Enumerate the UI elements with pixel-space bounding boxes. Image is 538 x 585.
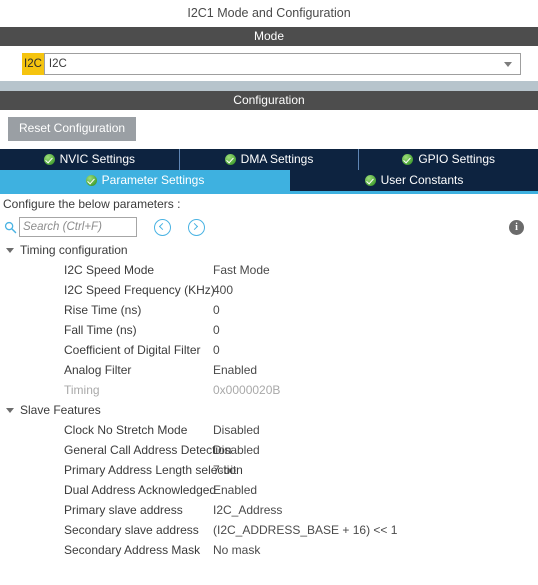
param-label: I2C Speed Mode (64, 263, 155, 277)
param-label: Primary Address Length selection (64, 463, 243, 477)
param-value: No mask (213, 543, 261, 557)
tab-label: GPIO Settings (418, 152, 496, 166)
param-row[interactable]: Fall Time (ns) 0 (0, 320, 538, 340)
param-row[interactable]: Analog Filter Enabled (0, 360, 538, 380)
chevron-down-icon (6, 407, 14, 413)
param-row[interactable]: Coefficient of Digital Filter 0 (0, 340, 538, 360)
param-row[interactable]: Secondary slave address (I2C_ADDRESS_BAS… (0, 520, 538, 540)
mode-area: I2C I2C (0, 46, 538, 81)
param-value: Disabled (213, 443, 260, 457)
parameter-tree: Timing configuration I2C Speed Mode Fast… (0, 240, 538, 560)
param-value: Enabled (213, 363, 258, 377)
param-label: Timing (64, 383, 100, 397)
group-header-slave-features[interactable]: Slave Features (0, 400, 538, 420)
param-label: Clock No Stretch Mode (64, 423, 188, 437)
check-circle-icon (43, 154, 55, 165)
param-value: 0 (213, 323, 220, 337)
check-circle-icon (364, 175, 376, 186)
param-label: Dual Address Acknowledged (64, 483, 217, 497)
param-value: Fast Mode (213, 263, 270, 277)
param-row[interactable]: Primary slave address I2C_Address (0, 500, 538, 520)
chevron-down-icon (504, 61, 512, 67)
tab-label: User Constants (380, 173, 464, 187)
param-row[interactable]: Rise Time (ns) 0 (0, 300, 538, 320)
param-label: Secondary Address Mask (64, 543, 201, 557)
param-value: 0 (213, 303, 220, 317)
tab-gpio-settings[interactable]: GPIO Settings (359, 149, 538, 170)
param-value: 400 (213, 283, 234, 297)
param-value: I2C_Address (213, 503, 283, 517)
param-value: Disabled (213, 423, 260, 437)
param-value: Enabled (213, 483, 258, 497)
mode-select[interactable]: I2C (43, 53, 521, 75)
group-title: Timing configuration (20, 243, 128, 257)
chevron-down-icon (6, 247, 14, 253)
search-input[interactable] (19, 217, 137, 237)
check-circle-icon (85, 175, 97, 186)
parameter-search-toolbar: i (0, 214, 538, 240)
param-label: I2C Speed Frequency (KHz) (64, 283, 215, 297)
tab-label: Parameter Settings (101, 173, 205, 187)
mode-row: I2C I2C (22, 53, 521, 75)
circle-right-arrow-icon[interactable] (188, 218, 205, 236)
section-divider (0, 81, 538, 91)
param-value: 0 (213, 343, 220, 357)
reset-toolbar: Reset Configuration (0, 110, 538, 149)
param-row[interactable]: Dual Address Acknowledged Enabled (0, 480, 538, 500)
configure-parameters-caption: Configure the below parameters : (0, 194, 538, 214)
mode-select-value: I2C (48, 58, 67, 70)
tab-label: DMA Settings (240, 152, 314, 166)
param-label: Fall Time (ns) (64, 323, 137, 337)
param-label: Analog Filter (64, 363, 132, 377)
configuration-section-header: Configuration (0, 91, 538, 110)
param-row[interactable]: I2C Speed Mode Fast Mode (0, 260, 538, 280)
tab-parameter-settings[interactable]: Parameter Settings (0, 170, 290, 191)
mode-badge-i2c: I2C (22, 53, 44, 75)
circle-left-arrow-icon[interactable] (154, 218, 171, 236)
param-value: 7-bit (213, 463, 237, 477)
group-title: Slave Features (20, 403, 101, 417)
tab-label: NVIC Settings (59, 152, 136, 166)
param-row[interactable]: General Call Address Detection Disabled (0, 440, 538, 460)
param-value: (I2C_ADDRESS_BASE + 16) << 1 (213, 523, 398, 537)
param-row[interactable]: I2C Speed Frequency (KHz) 400 (0, 280, 538, 300)
param-label: Rise Time (ns) (64, 303, 142, 317)
group-header-timing-configuration[interactable]: Timing configuration (0, 240, 538, 260)
tab-row-primary: NVIC Settings DMA Settings GPIO Settings (0, 149, 538, 170)
reset-configuration-button[interactable]: Reset Configuration (8, 117, 137, 141)
param-row[interactable]: Clock No Stretch Mode Disabled (0, 420, 538, 440)
param-label: Secondary slave address (64, 523, 199, 537)
check-circle-icon (402, 154, 414, 165)
tab-user-constants[interactable]: User Constants (290, 170, 538, 191)
tab-row-secondary: Parameter Settings User Constants (0, 170, 538, 191)
mode-section-header: Mode (0, 27, 538, 46)
check-circle-icon (224, 154, 236, 165)
param-label: Primary slave address (64, 503, 183, 517)
param-value: 0x0000020B (213, 383, 281, 397)
search-icon (4, 221, 17, 233)
param-row[interactable]: Secondary Address Mask No mask (0, 540, 538, 560)
param-row[interactable]: Primary Address Length selection 7-bit (0, 460, 538, 480)
info-icon[interactable]: i (509, 219, 524, 235)
param-label: Coefficient of Digital Filter (64, 343, 201, 357)
tab-dma-settings[interactable]: DMA Settings (179, 149, 360, 170)
page-title: I2C1 Mode and Configuration (0, 0, 538, 27)
tab-nvic-settings[interactable]: NVIC Settings (0, 149, 180, 170)
param-row: Timing 0x0000020B (0, 380, 538, 400)
param-label: General Call Address Detection (64, 443, 232, 457)
